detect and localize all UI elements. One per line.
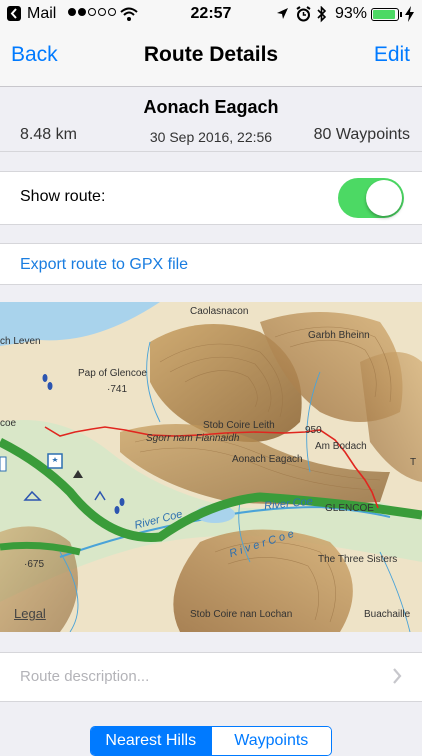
route-waypoint-count: 80 Waypoints [313,126,410,143]
route-description-placeholder: Route description... [20,668,150,685]
map-terrain [0,302,422,632]
map-label-spot-height-950: 950 [305,425,322,436]
map-legal-link[interactable]: Legal [14,606,46,621]
chevron-right-icon [393,668,402,684]
map-label-spot-height-675: ·675 [24,559,45,570]
map-label-garbh-bheinn: Garbh Bheinn [308,330,370,341]
segment-nearest-hills[interactable]: Nearest Hills [91,727,211,755]
show-route-cell: Show route: [0,171,422,225]
map-label-glencoe: GLENCOE [325,503,374,514]
map-label-sgorr-nam-fiannaidh: Sgorr nam Fiannaidh [146,433,240,444]
route-map[interactable]: Caolasnacon Garbh Bheinn ch Leven Pap of… [0,302,422,632]
map-label-buachaille: Buachaille [364,609,411,620]
show-route-switch[interactable] [338,178,404,218]
list-segmented-control: Nearest Hills Waypoints [90,726,332,756]
map-label-aonach-eagach: Aonach Eagach [232,454,303,465]
map-label-coe: coe [0,418,17,429]
battery-icon [371,8,399,21]
edit-button[interactable]: Edit [374,43,410,67]
segment-waypoints[interactable]: Waypoints [210,727,331,755]
map-label-stob-coire-nan-lochan: Stob Coire nan Lochan [190,609,293,620]
status-bar: Mail 22:57 93% [0,0,422,30]
map-label-the-three-sisters: The Three Sisters [318,554,398,565]
map-label-spot-height-741: ·741 [107,384,128,395]
map-label-am-bodach: Am Bodach [315,441,367,452]
page-title: Route Details [143,43,279,66]
map-label-caolasnacon: Caolasnacon [190,306,249,317]
map-label-stob-coire-leith: Stob Coire Leith [203,420,275,431]
export-cell[interactable]: Export route to GPX file [0,243,422,285]
export-gpx-link[interactable]: Export route to GPX file [20,256,188,274]
show-route-label: Show route: [20,188,106,205]
navigation-bar: Back Route Details Edit [0,30,422,87]
route-summary: Aonach Eagach 8.48 km 30 Sep 2016, 22:56… [0,87,422,152]
charging-bolt-icon [405,6,414,22]
alarm-icon [296,6,311,22]
map-label-pap-of-glencoe: Pap of Glencoe [78,368,147,379]
location-arrow-icon [277,8,288,19]
map-label-edge: T [410,457,417,468]
route-name: Aonach Eagach [143,97,279,117]
map-label-loch-leven: ch Leven [0,336,41,347]
battery-percentage: 93% [335,5,368,22]
bluetooth-icon [317,6,327,23]
route-description-cell[interactable]: Route description... [0,652,422,702]
